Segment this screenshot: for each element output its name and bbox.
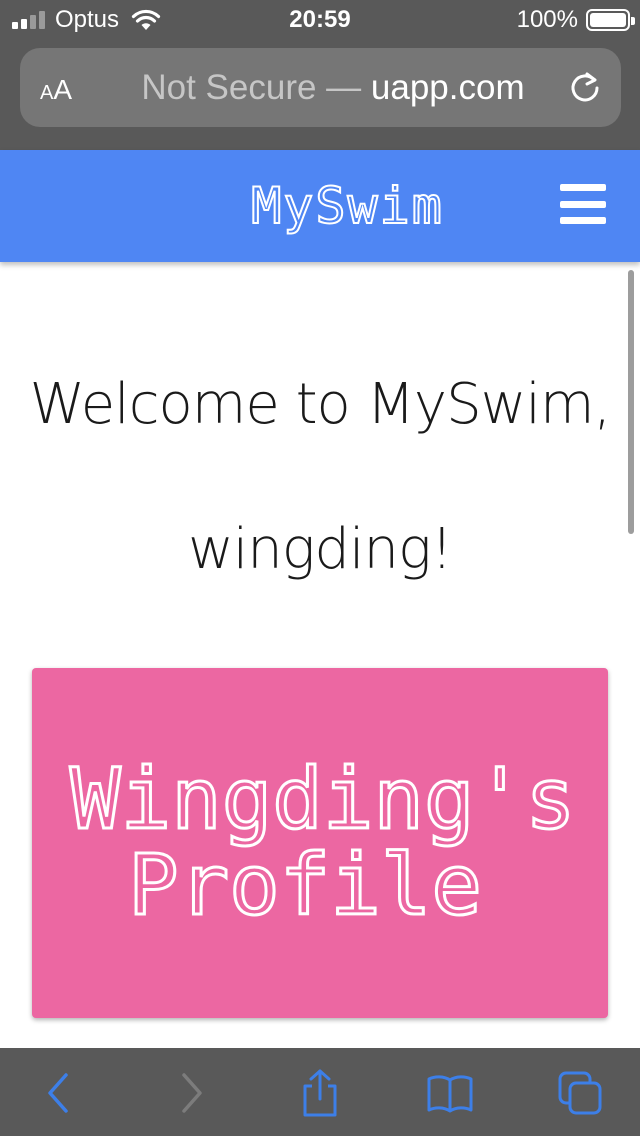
chevron-right-icon bbox=[182, 1073, 202, 1113]
forward-button[interactable] bbox=[166, 1068, 216, 1118]
battery-icon bbox=[586, 9, 635, 31]
battery-fill bbox=[590, 13, 626, 27]
scrollbar[interactable] bbox=[628, 270, 634, 534]
page-content: Welcome to MySwim, wingding! Wingding's P… bbox=[0, 262, 640, 1047]
share-button[interactable] bbox=[295, 1068, 345, 1118]
hamburger-menu-icon[interactable] bbox=[560, 184, 606, 224]
welcome-heading: Welcome to MySwim, wingding! bbox=[0, 332, 640, 622]
url-domain: uapp.com bbox=[370, 68, 525, 107]
chevron-left-icon bbox=[48, 1073, 68, 1113]
welcome-line-2: wingding! bbox=[187, 517, 453, 582]
profile-title-line-2: Profile bbox=[127, 836, 484, 934]
tabs-button[interactable] bbox=[555, 1068, 605, 1118]
security-label: Not Secure — bbox=[141, 68, 371, 107]
battery-percent: 100% bbox=[516, 6, 578, 33]
browser-toolbar bbox=[0, 1048, 640, 1136]
url-field[interactable]: Not Secure — uapp.com bbox=[115, 48, 551, 127]
profile-card-title: Wingding's Profile bbox=[69, 755, 608, 934]
share-icon bbox=[303, 1069, 337, 1117]
address-bar[interactable]: AA Not Secure — uapp.com bbox=[20, 48, 621, 127]
status-bar: Optus 20:59 100% bbox=[0, 0, 640, 40]
site-navbar: MySwim bbox=[0, 150, 640, 262]
welcome-line-1: Welcome to MySwim, bbox=[29, 372, 612, 437]
text-size-button[interactable]: AA bbox=[40, 48, 72, 127]
book-icon bbox=[427, 1075, 473, 1113]
tabs-icon bbox=[558, 1071, 602, 1115]
bookmarks-button[interactable] bbox=[425, 1068, 475, 1118]
status-bar-right: 100% bbox=[516, 6, 635, 34]
profile-title-line-1: Wingding's bbox=[69, 750, 578, 848]
reload-icon[interactable] bbox=[567, 70, 603, 106]
profile-card[interactable]: Wingding's Profile bbox=[32, 668, 608, 1018]
browser-top-bar: AA Not Secure — uapp.com bbox=[0, 40, 640, 150]
site-brand[interactable]: MySwim bbox=[0, 150, 640, 262]
back-button[interactable] bbox=[34, 1068, 84, 1118]
